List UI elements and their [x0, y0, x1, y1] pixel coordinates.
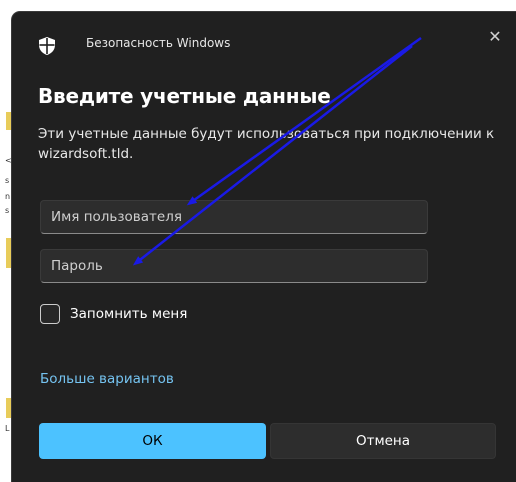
- dialog-description: Эти учетные данные будут использоваться …: [38, 126, 495, 162]
- background-glyph: <: [5, 156, 12, 165]
- dialog-heading: Введите учетные данные: [38, 84, 331, 108]
- shield-icon: [39, 37, 55, 55]
- more-options-link[interactable]: Больше вариантов: [40, 371, 174, 387]
- password-field[interactable]: [40, 249, 428, 283]
- ok-button-label: ОК: [142, 433, 163, 449]
- background-glyph: s: [5, 206, 10, 215]
- credentials-dialog: Безопасность Windows ✕ Введите учетные д…: [12, 12, 516, 482]
- remember-me-checkbox[interactable]: Запомнить меня: [40, 304, 187, 324]
- username-field[interactable]: [40, 200, 428, 234]
- cancel-button[interactable]: Отмена: [270, 423, 496, 459]
- background-glyph: n: [5, 192, 11, 201]
- ok-button[interactable]: ОК: [39, 423, 266, 459]
- close-button[interactable]: ✕: [480, 22, 510, 50]
- remember-me-label: Запомнить меня: [70, 306, 188, 322]
- app-title: Безопасность Windows: [86, 36, 231, 50]
- close-icon: ✕: [488, 26, 502, 46]
- cancel-button-label: Отмена: [355, 433, 411, 449]
- button-bar: ОК Отмена: [12, 412, 516, 482]
- title-bar: Безопасность Windows ✕: [12, 12, 516, 68]
- background-window-strip: < s n s L: [0, 0, 12, 482]
- checkbox-unchecked-icon[interactable]: [40, 304, 60, 324]
- background-glyph: L: [5, 424, 10, 433]
- background-glyph: s: [5, 176, 10, 185]
